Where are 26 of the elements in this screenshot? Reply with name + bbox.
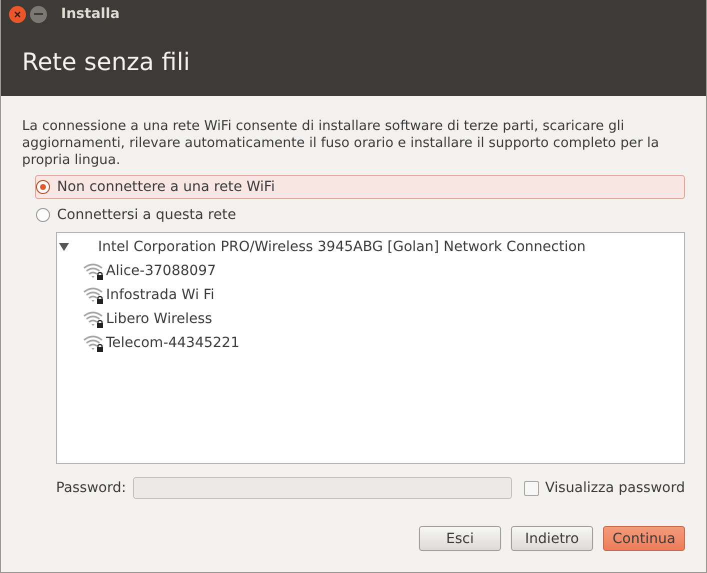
page-title: Rete senza fili: [22, 48, 190, 76]
device-name[interactable]: Intel Corporation PRO/Wireless 3945ABG [Golan] Network Connection: [98, 239, 586, 255]
network-name[interactable]: Alice-37088097: [106, 263, 216, 279]
dialog-button[interactable]: Esci: [419, 526, 501, 551]
network-name[interactable]: Infostrada Wi Fi: [106, 287, 214, 303]
wifi-lock-icon: [83, 286, 105, 304]
minimize-button[interactable]: [30, 6, 47, 22]
wifi-lock-icon: [83, 334, 105, 352]
minimize-icon: [34, 13, 43, 15]
radio-button[interactable]: [36, 208, 50, 222]
network-name[interactable]: Telecom-44345221: [106, 335, 240, 351]
continue-button[interactable]: Continua: [603, 526, 685, 551]
close-button[interactable]: [9, 6, 26, 22]
network-name[interactable]: Libero Wireless: [106, 311, 212, 327]
radio-button[interactable]: [36, 180, 50, 194]
description-text: La connessione a una rete WiFi consente di installare software di terze parti, scaricare gli aggiornamenti, rilevare automaticamente il fuso orario e installare il supporto completo per la propria lingua.: [22, 118, 660, 169]
dialog-button[interactable]: Indietro: [511, 526, 593, 551]
wifi-lock-icon: [83, 310, 105, 328]
checkbox[interactable]: [524, 480, 540, 496]
close-icon: [14, 10, 21, 18]
expander-icon[interactable]: [59, 243, 69, 251]
window-title: Installa: [61, 6, 120, 22]
checkbox-label[interactable]: Visualizza password: [545, 480, 685, 496]
wifi-lock-icon: [83, 262, 105, 280]
option-label[interactable]: Connettersi a questa rete: [57, 207, 236, 223]
password-label: Password:: [56, 480, 126, 496]
